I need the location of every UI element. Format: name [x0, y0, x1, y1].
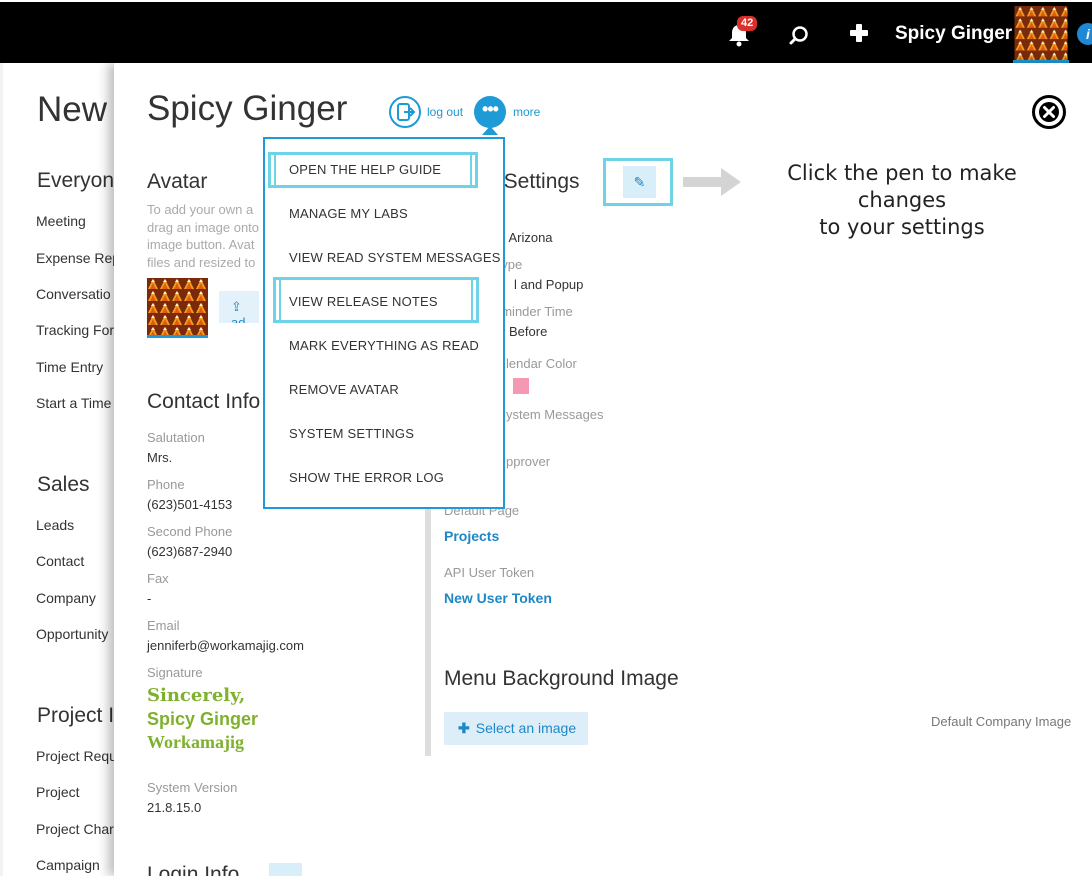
avatar-image	[147, 278, 208, 338]
second-phone-value: (623)687-2940	[147, 544, 233, 559]
phone-label: Phone	[147, 477, 185, 492]
signature-line: Workamajig	[147, 732, 244, 752]
avatar-heading: Avatar	[147, 170, 208, 193]
pen-icon[interactable]: ✎	[623, 166, 656, 198]
add-avatar-label: ad	[231, 315, 246, 323]
fax-label: Fax	[147, 571, 169, 586]
more-caret	[482, 126, 498, 135]
reminder-time-label: eminder Time	[494, 304, 573, 319]
menu-item-view-release-notes[interactable]: VIEW RELEASE NOTES	[289, 294, 438, 309]
email-value: jenniferb@workamajig.com	[147, 638, 304, 653]
default-image-label: Default Company Image	[931, 714, 1072, 729]
plus-icon[interactable]	[848, 22, 870, 44]
callout-text: Click the pen to make changes to your se…	[742, 160, 1062, 241]
fax-value: -	[147, 591, 152, 606]
more-link[interactable]: more	[513, 105, 540, 119]
menu-link[interactable]: Time Entry	[36, 359, 103, 375]
system-version-label: System Version	[147, 780, 238, 795]
menu-link[interactable]: Leads	[36, 517, 74, 533]
select-image-label: Select an image	[475, 720, 577, 736]
system-version-value: 21.8.15.0	[147, 800, 202, 815]
reminder-time-value: Before	[509, 324, 548, 339]
menu-background-heading: Menu Background Image	[444, 667, 679, 690]
menu-item-remove-avatar[interactable]: REMOVE AVATAR	[289, 382, 399, 397]
background-page-title: New	[37, 90, 108, 129]
calendar-color-swatch	[513, 378, 529, 394]
menu-item-system-settings[interactable]: SYSTEM SETTINGS	[289, 426, 414, 441]
select-image-button[interactable]: ✚ Select an image	[444, 712, 588, 745]
default-page-link[interactable]: Projects	[444, 528, 499, 544]
signature-label: Signature	[147, 665, 203, 680]
email-label: Email	[147, 618, 180, 633]
login-info-heading: Login Info	[147, 863, 240, 876]
calendar-color-label: lendar Color	[506, 356, 577, 371]
api-token-label: API User Token	[444, 565, 535, 580]
signature-line: Sincerely,	[147, 685, 246, 706]
menu-link[interactable]: Opportunity	[36, 626, 108, 642]
section-heading-sales: Sales	[37, 473, 90, 496]
arrow-right-icon	[683, 168, 741, 196]
profile-panel: Spicy Ginger log out ••• more Avatar To …	[114, 63, 1092, 876]
menu-link[interactable]: Project Requ	[36, 748, 117, 764]
more-icon[interactable]: •••	[474, 96, 506, 128]
menu-item-show-error-log[interactable]: SHOW THE ERROR LOG	[289, 470, 444, 485]
menu-link[interactable]: Project	[36, 784, 80, 800]
close-icon[interactable]	[1032, 95, 1066, 129]
menu-link[interactable]: Start a Time	[36, 395, 111, 411]
menu-link[interactable]: Project Char	[36, 821, 114, 837]
avatar-description: To add your own a drag an image onto ima…	[147, 202, 260, 270]
new-user-token-link[interactable]: New User Token	[444, 590, 552, 606]
login-edit-button[interactable]	[269, 863, 302, 876]
page-title: Spicy Ginger	[147, 89, 348, 128]
menu-link[interactable]: Contact	[36, 553, 84, 569]
top-bar: 42 Spicy Ginger i	[0, 0, 1092, 63]
menu-item-view-read-messages[interactable]: VIEW READ SYSTEM MESSAGES	[289, 250, 501, 265]
settings-heading: t Settings	[492, 170, 580, 193]
approver-label: pprover	[506, 454, 551, 469]
menu-item-manage-labs[interactable]: MANAGE MY LABS	[289, 206, 408, 221]
menu-item-open-help-guide[interactable]: OPEN THE HELP GUIDE	[289, 162, 441, 177]
callout-line: Click the pen to make changes to your se…	[787, 161, 1017, 239]
cloud-upload-icon: ⇪	[231, 299, 242, 314]
second-phone-label: Second Phone	[147, 524, 233, 539]
section-heading-everyone: Everyone	[37, 169, 126, 192]
menu-link[interactable]: Tracking For	[36, 322, 114, 338]
menu-link[interactable]: Expense Rep	[36, 250, 120, 266]
system-messages-label: ystem Messages	[506, 407, 604, 422]
contact-info-heading: Contact Info	[147, 390, 261, 413]
menu-link[interactable]: Meeting	[36, 213, 86, 229]
notification-badge: 42	[737, 16, 758, 31]
signature-line: Spicy Ginger	[147, 709, 259, 729]
logout-link[interactable]: log out	[427, 105, 463, 119]
more-dropdown-menu: OPEN THE HELP GUIDE MANAGE MY LABS VIEW …	[263, 137, 505, 509]
reminder-type-value: l and Popup	[514, 277, 584, 292]
salutation-value: Mrs.	[147, 450, 173, 465]
user-name[interactable]: Spicy Ginger	[895, 23, 1012, 45]
avatar[interactable]	[1013, 6, 1069, 63]
plus-icon: ✚	[458, 720, 470, 736]
menu-link[interactable]: Company	[36, 590, 96, 606]
logout-icon[interactable]	[389, 96, 421, 128]
salutation-label: Salutation	[147, 430, 205, 445]
phone-value: (623)501-4153	[147, 497, 233, 512]
menu-link[interactable]: Campaign	[36, 857, 100, 873]
menu-item-mark-all-read[interactable]: MARK EVERYTHING AS READ	[289, 338, 479, 353]
info-icon[interactable]: i	[1077, 23, 1092, 45]
add-avatar-button[interactable]: ⇪ ad	[219, 291, 259, 323]
section-heading-project: Project I	[37, 704, 115, 727]
menu-link[interactable]: Conversatio	[36, 286, 111, 302]
search-icon[interactable]	[788, 24, 810, 46]
